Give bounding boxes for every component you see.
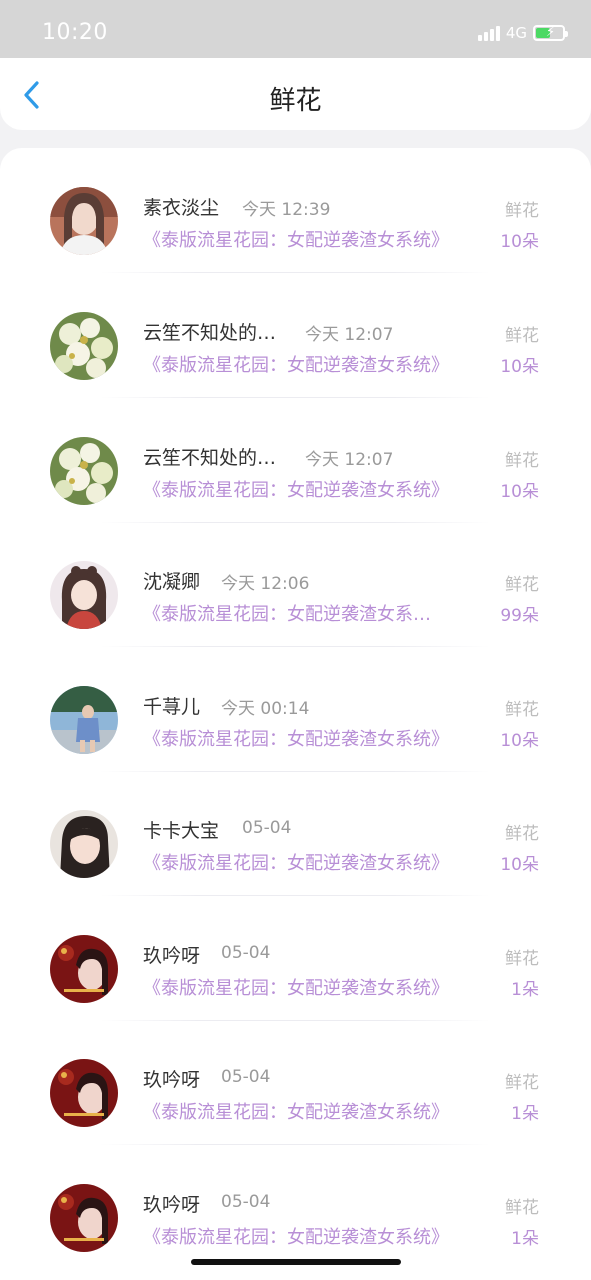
gift-time: 05-04 bbox=[221, 1192, 271, 1212]
avatar[interactable] bbox=[50, 187, 118, 255]
gift-type-label: 鲜花 bbox=[505, 326, 539, 346]
gift-type-label: 鲜花 bbox=[505, 201, 539, 221]
avatar[interactable] bbox=[50, 312, 118, 380]
flower-amount: 1朵 bbox=[511, 1104, 539, 1124]
avatar[interactable] bbox=[50, 686, 118, 754]
book-title-link[interactable]: 《泰版流星花园：女配逆袭渣女系… bbox=[143, 600, 431, 626]
book-title-link[interactable]: 《泰版流星花园：女配逆袭渣女系统》 bbox=[143, 1223, 449, 1249]
flower-amount: 10朵 bbox=[500, 232, 539, 252]
flower-amount: 1朵 bbox=[511, 980, 539, 1000]
user-name: 玖吟呀 bbox=[143, 945, 201, 967]
list-item[interactable]: 玖吟呀 05-04 鲜花 《泰版流星花园：女配逆袭渣女系统》 1朵 bbox=[0, 1059, 591, 1183]
flower-amount: 10朵 bbox=[500, 731, 539, 751]
network-type: 4G bbox=[505, 24, 527, 42]
user-name: 千荨儿 bbox=[143, 696, 201, 718]
list-item[interactable]: 云笙不知处的… 今天 12:07 鲜花 《泰版流星花园：女配逆袭渣女系统》 10… bbox=[0, 437, 591, 561]
status-bar: 10:20 4G ⚡ bbox=[0, 0, 591, 58]
user-name: 玖吟呀 bbox=[143, 1194, 201, 1216]
user-name: 玖吟呀 bbox=[143, 1069, 201, 1091]
flower-amount: 10朵 bbox=[500, 482, 539, 502]
status-indicators: 4G ⚡ bbox=[477, 24, 568, 42]
list-item[interactable]: 云笙不知处的… 今天 12:07 鲜花 《泰版流星花园：女配逆袭渣女系统》 10… bbox=[0, 312, 591, 436]
gift-type-label: 鲜花 bbox=[505, 824, 539, 844]
avatar[interactable] bbox=[50, 1059, 118, 1127]
gift-time: 05-04 bbox=[242, 818, 292, 838]
user-name: 沈凝卿 bbox=[143, 571, 201, 593]
list-item[interactable]: 千荨儿 今天 00:14 鲜花 《泰版流星花园：女配逆袭渣女系统》 10朵 bbox=[0, 686, 591, 810]
gift-time: 今天 12:39 bbox=[242, 200, 331, 220]
avatar[interactable] bbox=[50, 561, 118, 629]
book-title-link[interactable]: 《泰版流星花园：女配逆袭渣女系统》 bbox=[143, 974, 449, 1000]
gift-type-label: 鲜花 bbox=[505, 451, 539, 471]
list-item[interactable]: 玖吟呀 05-04 鲜花 《泰版流星花园：女配逆袭渣女系统》 1朵 bbox=[0, 1184, 591, 1280]
divider bbox=[100, 1020, 490, 1021]
list-item[interactable]: 玖吟呀 05-04 鲜花 《泰版流星花园：女配逆袭渣女系统》 1朵 bbox=[0, 935, 591, 1059]
flower-gift-list: 素衣淡尘 今天 12:39 鲜花 《泰版流星花园：女配逆袭渣女系统》 10朵 云… bbox=[0, 148, 591, 1280]
user-name: 素衣淡尘 bbox=[143, 197, 220, 219]
divider bbox=[100, 771, 490, 772]
book-title-link[interactable]: 《泰版流星花园：女配逆袭渣女系统》 bbox=[143, 476, 449, 502]
avatar[interactable] bbox=[50, 810, 118, 878]
book-title-link[interactable]: 《泰版流星花园：女配逆袭渣女系统》 bbox=[143, 226, 449, 252]
avatar[interactable] bbox=[50, 935, 118, 1003]
gift-type-label: 鲜花 bbox=[505, 1198, 539, 1218]
gift-time: 05-04 bbox=[221, 1067, 271, 1087]
gift-time: 05-04 bbox=[221, 943, 271, 963]
list-item[interactable]: 卡卡大宝 05-04 鲜花 《泰版流星花园：女配逆袭渣女系统》 10朵 bbox=[0, 810, 591, 934]
gift-time: 今天 12:06 bbox=[221, 574, 310, 594]
flower-amount: 1朵 bbox=[511, 1229, 539, 1249]
home-indicator[interactable] bbox=[191, 1259, 401, 1265]
page-title: 鲜花 bbox=[269, 86, 322, 116]
divider bbox=[100, 895, 490, 896]
gift-time: 今天 12:07 bbox=[305, 325, 394, 345]
gift-time: 今天 00:14 bbox=[221, 699, 310, 719]
flower-amount: 10朵 bbox=[500, 357, 539, 377]
user-name: 云笙不知处的… bbox=[143, 322, 277, 344]
divider bbox=[100, 646, 490, 647]
list-item[interactable]: 素衣淡尘 今天 12:39 鲜花 《泰版流星花园：女配逆袭渣女系统》 10朵 bbox=[0, 187, 591, 311]
book-title-link[interactable]: 《泰版流星花园：女配逆袭渣女系统》 bbox=[143, 725, 449, 751]
divider bbox=[100, 522, 490, 523]
user-name: 卡卡大宝 bbox=[143, 820, 220, 842]
book-title-link[interactable]: 《泰版流星花园：女配逆袭渣女系统》 bbox=[143, 1098, 449, 1124]
avatar[interactable] bbox=[50, 1184, 118, 1252]
gift-type-label: 鲜花 bbox=[505, 1073, 539, 1093]
divider bbox=[100, 397, 490, 398]
book-title-link[interactable]: 《泰版流星花园：女配逆袭渣女系统》 bbox=[143, 351, 449, 377]
battery-icon: ⚡ bbox=[533, 25, 568, 41]
nav-bar: 鲜花 bbox=[0, 58, 591, 130]
avatar[interactable] bbox=[50, 437, 118, 505]
flower-amount: 99朵 bbox=[500, 606, 539, 626]
book-title-link[interactable]: 《泰版流星花园：女配逆袭渣女系统》 bbox=[143, 849, 449, 875]
divider bbox=[100, 272, 490, 273]
list-item[interactable]: 沈凝卿 今天 12:06 鲜花 《泰版流星花园：女配逆袭渣女系… 99朵 bbox=[0, 561, 591, 685]
gift-type-label: 鲜花 bbox=[505, 575, 539, 595]
divider bbox=[100, 1144, 490, 1145]
gift-time: 今天 12:07 bbox=[305, 450, 394, 470]
flower-amount: 10朵 bbox=[500, 855, 539, 875]
gift-type-label: 鲜花 bbox=[505, 700, 539, 720]
gift-type-label: 鲜花 bbox=[505, 949, 539, 969]
status-time: 10:20 bbox=[42, 20, 108, 45]
user-name: 云笙不知处的… bbox=[143, 447, 277, 469]
signal-icon bbox=[477, 25, 500, 41]
